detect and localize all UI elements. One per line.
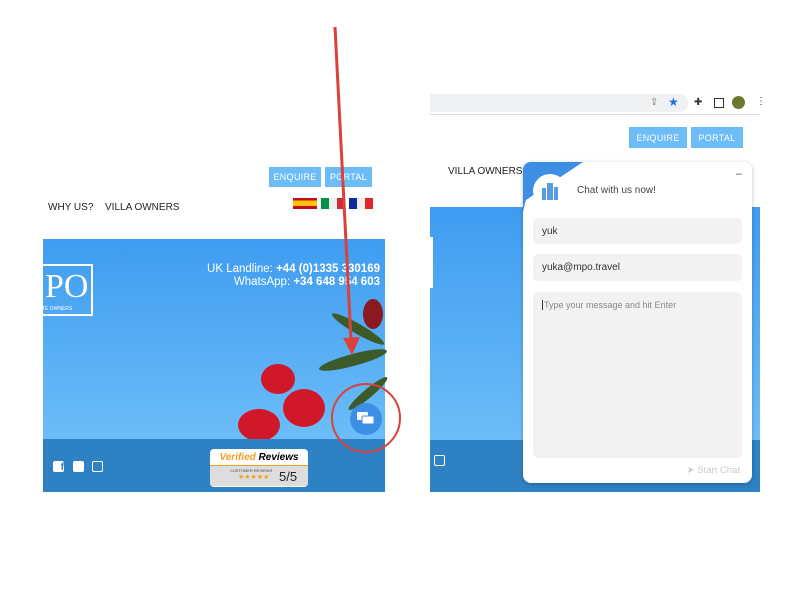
instagram-icon[interactable]: [92, 461, 103, 472]
verified-reviews-badge[interactable]: Verified Reviews CUSTOMER REVIEWS ★★★★★ …: [210, 449, 308, 487]
email-input[interactable]: yuka@mpo.travel: [533, 254, 742, 281]
profile-avatar[interactable]: [732, 96, 745, 109]
annotation-arrow: [333, 26, 360, 355]
start-chat-label: Start Chat: [697, 465, 740, 476]
minimize-button[interactable]: –: [736, 168, 742, 180]
twitter-icon[interactable]: [73, 461, 84, 472]
message-placeholder: Type your message and hit Enter: [542, 300, 677, 310]
start-chat-button[interactable]: ➤ Start Chat: [687, 465, 740, 476]
facebook-icon[interactable]: f: [53, 461, 64, 473]
send-icon: ➤: [686, 465, 698, 476]
chat-avatar: [533, 174, 567, 208]
badge-verified: Verified: [219, 452, 256, 463]
share-icon[interactable]: ⇪: [650, 97, 658, 108]
badge-reviews: Reviews: [258, 452, 299, 463]
badge-stars: ★★★★★: [238, 474, 270, 481]
toolbar-divider: [430, 114, 760, 115]
chat-title: Chat with us now!: [577, 185, 656, 196]
badge-score: 5/5: [279, 469, 298, 484]
nav-villa-owners[interactable]: VILLA OWNERS: [448, 166, 522, 177]
side-panel-icon[interactable]: [714, 98, 724, 108]
instagram-icon[interactable]: [434, 455, 445, 466]
name-input[interactable]: yuk: [533, 218, 742, 244]
logo-edge: [430, 237, 433, 288]
menu-kebab-icon[interactable]: ⋮: [756, 96, 766, 107]
extensions-icon[interactable]: ✚: [694, 97, 702, 108]
message-textarea[interactable]: Type your message and hit Enter: [533, 292, 742, 458]
portal-button[interactable]: PORTAL: [691, 127, 743, 148]
enquire-button[interactable]: ENQUIRE: [629, 127, 687, 148]
chat-widget: Chat with us now! – yuk yuka@mpo.travel …: [523, 162, 752, 483]
building-icon: [542, 183, 558, 200]
bookmark-star-icon[interactable]: ★: [668, 95, 679, 109]
